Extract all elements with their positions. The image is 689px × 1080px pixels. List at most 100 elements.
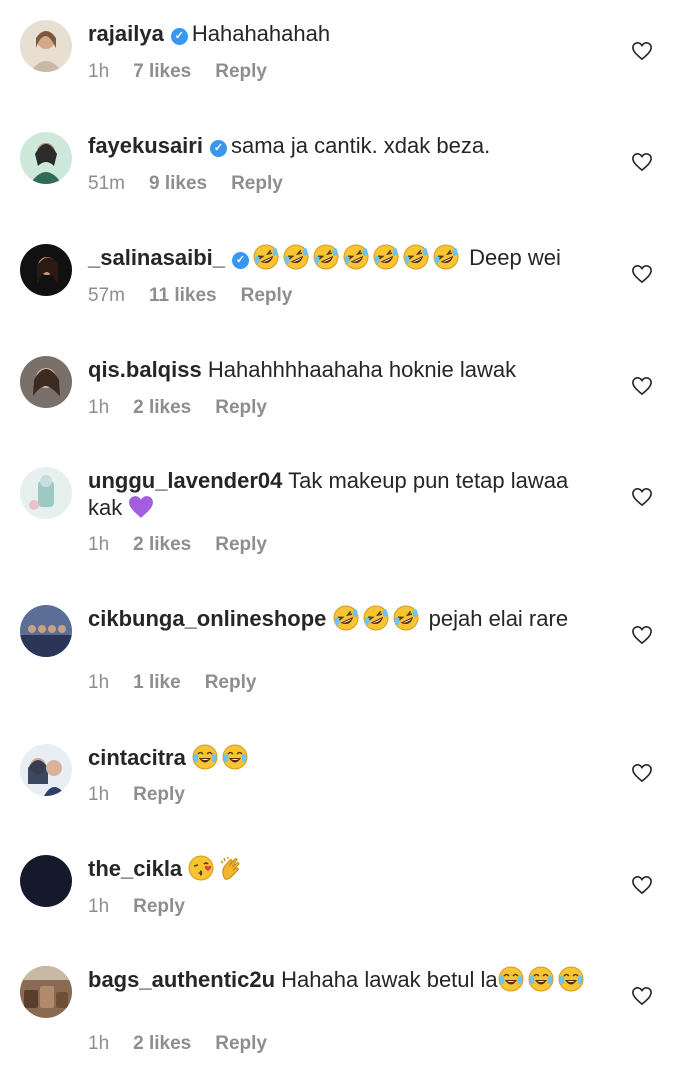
avatar[interactable] — [20, 855, 72, 907]
reply-button[interactable]: Reply — [231, 173, 283, 194]
comment-username[interactable]: cintacitra — [88, 745, 186, 770]
comment-likes[interactable]: 1 like — [133, 672, 181, 693]
avatar[interactable] — [20, 356, 72, 408]
comment-meta: 51m 9 likes Reply — [88, 172, 307, 196]
reply-button[interactable]: Reply — [133, 784, 185, 805]
comment-username[interactable]: qis.balqiss — [88, 357, 202, 382]
comment-likes[interactable]: 2 likes — [133, 534, 191, 555]
rolling-on-floor-laughing-icon — [253, 244, 279, 270]
reply-button[interactable]: Reply — [205, 672, 257, 693]
rolling-on-floor-laughing-icon — [343, 244, 369, 270]
comment-meta: 1h Reply — [88, 895, 209, 919]
face-with-tears-of-joy-icon — [528, 966, 554, 992]
heart-icon[interactable] — [631, 41, 653, 61]
comment-likes[interactable]: 2 likes — [133, 397, 191, 418]
comment-likes[interactable]: 2 likes — [133, 1033, 191, 1054]
heart-icon[interactable] — [631, 264, 653, 284]
face-with-tears-of-joy-icon — [558, 966, 584, 992]
comment-likes[interactable]: 7 likes — [133, 61, 191, 82]
face-blowing-kiss-icon — [188, 855, 214, 881]
verified-badge-icon: ✓ — [231, 252, 249, 269]
emoji-row — [188, 855, 248, 881]
emoji-row — [498, 966, 588, 992]
comment-text-block: fayekusairi ✓ sama ja cantik. xdak beza. — [88, 132, 608, 159]
reply-button[interactable]: Reply — [241, 285, 293, 306]
comment-likes[interactable]: 11 likes — [149, 285, 217, 306]
rolling-on-floor-laughing-icon — [373, 244, 399, 270]
reply-button[interactable]: Reply — [215, 534, 267, 555]
comment-meta: 1h 7 likes Reply — [88, 60, 291, 84]
avatar[interactable] — [20, 966, 72, 1018]
avatar[interactable] — [20, 132, 72, 184]
comment-meta: 1h 1 like Reply — [88, 671, 280, 695]
emoji-row — [253, 244, 469, 270]
avatar[interactable] — [20, 605, 72, 657]
reply-button[interactable]: Reply — [215, 1033, 267, 1054]
comment-body: pejah elai rare — [428, 606, 569, 631]
heart-icon[interactable] — [631, 986, 653, 1006]
comment-text-block: unggu_lavender04 Tak makeup pun tetap la… — [88, 467, 608, 521]
rolling-on-floor-laughing-icon — [313, 244, 339, 270]
heart-icon[interactable] — [631, 487, 653, 507]
comment-text-block: the_cikla — [88, 855, 608, 882]
comment-username[interactable]: the_cikla — [88, 856, 182, 881]
comment-time: 1h — [88, 397, 110, 418]
comment-time: 1h — [88, 784, 110, 805]
comment-username[interactable]: cikbunga_onlineshope — [88, 606, 326, 631]
comment-username[interactable]: _salinasaibi_ — [88, 245, 225, 270]
heart-icon[interactable] — [631, 763, 653, 783]
heart-icon[interactable] — [631, 152, 653, 172]
verified-badge-icon: ✓ — [170, 28, 188, 45]
comment-time: 57m — [88, 285, 125, 306]
comment-meta: 57m 11 likes Reply — [88, 284, 316, 308]
rolling-on-floor-laughing-icon — [363, 605, 389, 631]
reply-button[interactable]: Reply — [215, 397, 267, 418]
comment-meta: 1h 2 likes Reply — [88, 533, 291, 557]
rolling-on-floor-laughing-icon — [283, 244, 309, 270]
avatar[interactable] — [20, 20, 72, 72]
emoji-row — [333, 605, 423, 631]
comment-username[interactable]: fayekusairi — [88, 133, 203, 158]
face-with-tears-of-joy-icon — [192, 744, 218, 770]
comment-body: Hahahhhhaahaha hoknie lawak — [207, 357, 517, 382]
comment-meta: 1h 2 likes Reply — [88, 396, 291, 420]
comment-text-block: cintacitra — [88, 744, 608, 771]
comment-meta: 1h Reply — [88, 783, 209, 807]
avatar[interactable] — [20, 244, 72, 296]
face-with-tears-of-joy-icon — [222, 744, 248, 770]
comment-text-block: qis.balqiss Hahahhhhaahaha hoknie lawak — [88, 356, 608, 383]
comment-meta: 1h 2 likes Reply — [88, 1032, 291, 1056]
comment-time: 1h — [88, 1033, 110, 1054]
reply-button[interactable]: Reply — [133, 896, 185, 917]
comment-body: Hahaha lawak betul la — [281, 967, 498, 992]
comment-body: sama ja cantik. xdak beza. — [230, 133, 491, 158]
comment-username[interactable]: rajailya — [88, 21, 164, 46]
comment-time: 1h — [88, 61, 110, 82]
comment-text-block: cikbunga_onlineshope pejah elai rare — [88, 605, 608, 632]
face-with-tears-of-joy-icon — [498, 966, 524, 992]
rolling-on-floor-laughing-icon — [333, 605, 359, 631]
verified-badge-icon: ✓ — [209, 140, 227, 157]
reply-button[interactable]: Reply — [215, 61, 267, 82]
emoji-row — [192, 744, 252, 770]
comment-body: Hahahahahah — [191, 21, 331, 46]
avatar[interactable] — [20, 467, 72, 519]
comment-time: 1h — [88, 534, 110, 555]
comment-text-block: _salinasaibi_ ✓ Deep wei — [88, 244, 608, 271]
heart-icon[interactable] — [631, 376, 653, 396]
avatar[interactable] — [20, 744, 72, 796]
comment-time: 1h — [88, 896, 110, 917]
comment-username[interactable]: unggu_lavender04 — [88, 468, 282, 493]
rolling-on-floor-laughing-icon — [393, 605, 419, 631]
comment-text-block: bags_authentic2u Hahaha lawak betul la — [88, 966, 608, 993]
comment-text-block: rajailya ✓ Hahahahahah — [88, 20, 608, 47]
heart-icon[interactable] — [631, 875, 653, 895]
rolling-on-floor-laughing-icon — [433, 244, 459, 270]
purple-heart-icon — [128, 494, 154, 520]
clapping-hands-icon — [218, 855, 244, 881]
comment-username[interactable]: bags_authentic2u — [88, 967, 275, 992]
comment-likes[interactable]: 9 likes — [149, 173, 207, 194]
comment-body: Deep wei — [469, 245, 561, 270]
rolling-on-floor-laughing-icon — [403, 244, 429, 270]
heart-icon[interactable] — [631, 625, 653, 645]
